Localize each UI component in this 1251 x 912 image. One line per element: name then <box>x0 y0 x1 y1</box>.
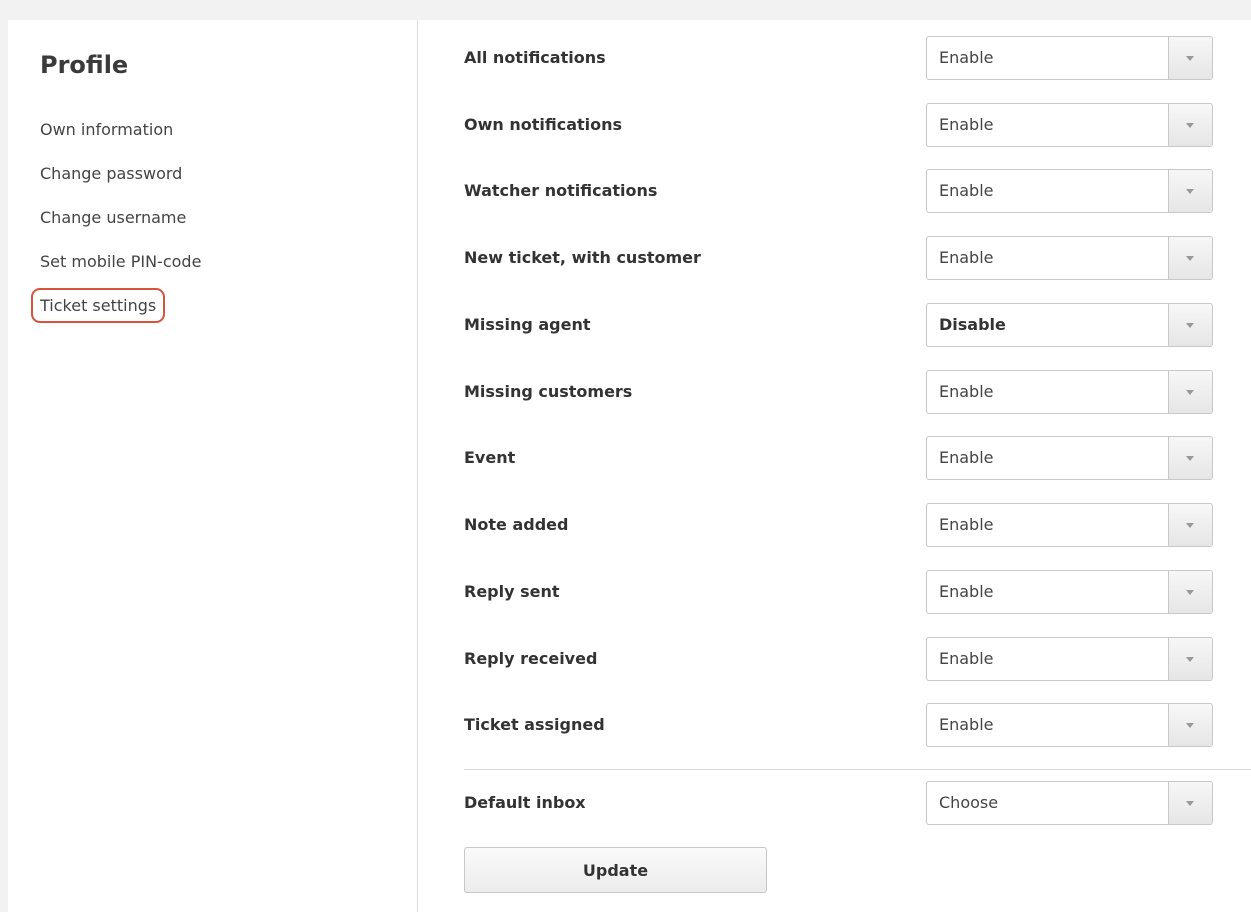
select-value: Choose <box>939 793 999 812</box>
chevron-down-icon[interactable] <box>1168 571 1212 613</box>
select-value: Enable <box>939 582 994 601</box>
sidebar-item-set-mobile-pin[interactable]: Set mobile PIN-code <box>40 250 201 294</box>
setting-row-missing-agent: Missing agent Disable <box>464 303 1213 347</box>
setting-label: Reply received <box>464 649 598 668</box>
select-value: Enable <box>939 715 994 734</box>
setting-select-event[interactable]: Enable <box>926 436 1213 480</box>
setting-label: All notifications <box>464 48 606 67</box>
sidebar-item-change-username[interactable]: Change username <box>40 206 201 250</box>
default-inbox-select[interactable]: Choose <box>926 781 1213 825</box>
setting-row-new-ticket-with-customer: New ticket, with customer Enable <box>464 236 1213 280</box>
sidebar-item-label: Own information <box>40 120 174 139</box>
setting-select-reply-received[interactable]: Enable <box>926 637 1213 681</box>
setting-select-missing-agent[interactable]: Disable <box>926 303 1213 347</box>
sidebar-item-label: Set mobile PIN-code <box>40 252 202 271</box>
select-value: Disable <box>939 315 1006 334</box>
update-button[interactable]: Update <box>464 847 767 893</box>
setting-label: Default inbox <box>464 793 586 812</box>
ticket-settings-panel: All notifications Enable Own notificatio… <box>418 20 1251 912</box>
sidebar-item-label: Change password <box>40 164 183 183</box>
sidebar-item-ticket-settings[interactable]: Ticket settings <box>30 288 201 338</box>
select-value: Enable <box>939 448 994 467</box>
sidebar-item-label: Change username <box>40 208 187 227</box>
setting-select-own-notifications[interactable]: Enable <box>926 103 1213 147</box>
setting-select-watcher-notifications[interactable]: Enable <box>926 169 1213 213</box>
setting-row-default-inbox: Default inbox Choose <box>464 781 1213 825</box>
sidebar-nav: Own information Change password Change u… <box>30 118 201 338</box>
setting-row-watcher-notifications: Watcher notifications Enable <box>464 169 1213 213</box>
setting-label: Event <box>464 448 516 467</box>
chevron-down-icon[interactable] <box>1168 782 1212 824</box>
select-value: Enable <box>939 115 994 134</box>
sidebar-item-change-password[interactable]: Change password <box>40 162 201 206</box>
setting-row-reply-received: Reply received Enable <box>464 637 1213 681</box>
chevron-down-icon[interactable] <box>1168 371 1212 413</box>
setting-label: Missing customers <box>464 382 633 401</box>
select-value: Enable <box>939 515 994 534</box>
select-value: Enable <box>939 48 994 67</box>
select-value: Enable <box>939 248 994 267</box>
chevron-down-icon[interactable] <box>1168 170 1212 212</box>
setting-label: Missing agent <box>464 315 591 334</box>
setting-label: Note added <box>464 515 569 534</box>
setting-select-note-added[interactable]: Enable <box>926 503 1213 547</box>
setting-select-all-notifications[interactable]: Enable <box>926 36 1213 80</box>
chevron-down-icon[interactable] <box>1168 638 1212 680</box>
setting-label: New ticket, with customer <box>464 248 701 267</box>
setting-row-ticket-assigned: Ticket assigned Enable <box>464 703 1213 747</box>
chevron-down-icon[interactable] <box>1168 304 1212 346</box>
chevron-down-icon[interactable] <box>1168 704 1212 746</box>
setting-select-reply-sent[interactable]: Enable <box>926 570 1213 614</box>
setting-row-event: Event Enable <box>464 436 1213 480</box>
sidebar-item-label: Ticket settings <box>30 288 166 323</box>
setting-select-new-ticket-with-customer[interactable]: Enable <box>926 236 1213 280</box>
setting-row-missing-customers: Missing customers Enable <box>464 370 1213 414</box>
setting-label: Ticket assigned <box>464 715 605 734</box>
chevron-down-icon[interactable] <box>1168 104 1212 146</box>
chevron-down-icon[interactable] <box>1168 504 1212 546</box>
setting-label: Reply sent <box>464 582 560 601</box>
setting-row-all-notifications: All notifications Enable <box>464 36 1213 80</box>
setting-select-ticket-assigned[interactable]: Enable <box>926 703 1213 747</box>
profile-sidebar: Profile Own information Change password … <box>8 20 418 912</box>
setting-select-missing-customers[interactable]: Enable <box>926 370 1213 414</box>
setting-row-reply-sent: Reply sent Enable <box>464 570 1213 614</box>
sidebar-title: Profile <box>40 51 129 79</box>
chevron-down-icon[interactable] <box>1168 37 1212 79</box>
setting-label: Watcher notifications <box>464 181 658 200</box>
setting-label: Own notifications <box>464 115 623 134</box>
sidebar-item-own-information[interactable]: Own information <box>40 118 201 162</box>
select-value: Enable <box>939 649 994 668</box>
select-value: Enable <box>939 181 994 200</box>
chevron-down-icon[interactable] <box>1168 437 1212 479</box>
select-value: Enable <box>939 382 994 401</box>
section-divider <box>464 769 1251 770</box>
setting-row-own-notifications: Own notifications Enable <box>464 103 1213 147</box>
setting-row-note-added: Note added Enable <box>464 503 1213 547</box>
chevron-down-icon[interactable] <box>1168 237 1212 279</box>
